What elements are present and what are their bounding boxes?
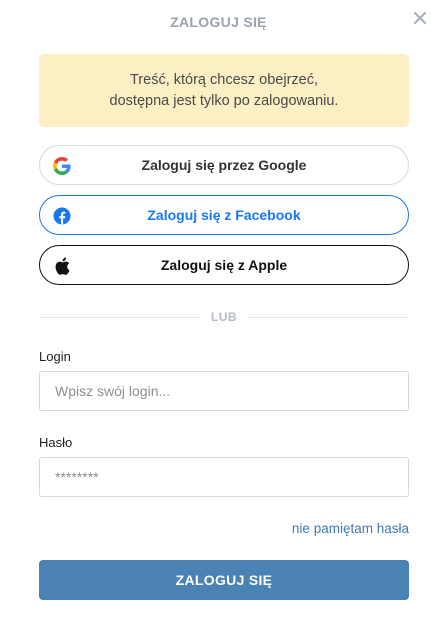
apple-login-label: Zaloguj się z Apple [160, 257, 288, 273]
facebook-logo-icon [53, 207, 71, 225]
password-input[interactable] [39, 457, 409, 497]
login-modal: ZALOGUJ SIĘ Treść, którą chcesz obejrzeć… [0, 0, 437, 626]
login-label: Login [39, 349, 71, 364]
google-logo-icon [53, 157, 71, 175]
apple-logo-icon [53, 257, 71, 275]
or-divider: LUB [39, 309, 409, 325]
apple-login-button[interactable]: Zaloguj się z Apple [39, 245, 409, 285]
modal-title: ZALOGUJ SIĘ [170, 14, 267, 30]
divider-line-right [247, 317, 409, 318]
google-login-label: Zaloguj się przez Google [141, 157, 307, 173]
login-input[interactable] [39, 371, 409, 411]
notice-line-1: Treść, którą chcesz obejrzeć, [129, 71, 319, 88]
login-required-notice: Treść, którą chcesz obejrzeć, dostępna j… [39, 54, 409, 127]
close-icon [413, 11, 427, 29]
login-submit-button[interactable]: ZALOGUJ SIĘ [39, 560, 409, 600]
google-login-button[interactable]: Zaloguj się przez Google [39, 145, 409, 185]
notice-line-2: dostępna jest tylko po zalogowaniu. [109, 92, 339, 109]
facebook-login-button[interactable]: Zaloguj się z Facebook [39, 195, 409, 235]
forgot-password-link[interactable]: nie pamiętam hasła [292, 521, 409, 536]
close-button[interactable] [409, 9, 431, 31]
facebook-login-label: Zaloguj się z Facebook [147, 207, 301, 223]
password-label: Hasło [39, 435, 73, 450]
